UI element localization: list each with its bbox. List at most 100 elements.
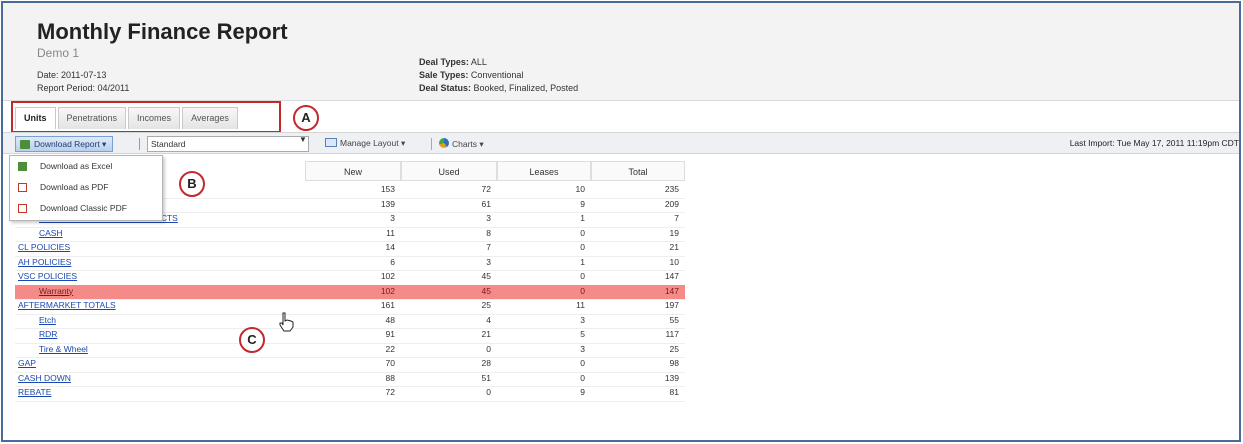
table-cell: 9: [580, 198, 585, 209]
pdf-icon: [18, 204, 27, 213]
table-cell: 3: [486, 213, 491, 223]
table-cell: 7: [486, 242, 491, 252]
charts-button[interactable]: Charts ▾: [439, 138, 484, 150]
row-label-link[interactable]: AFTERMARKET TOTALS: [18, 300, 116, 310]
table-cell: 22: [385, 343, 395, 354]
table-cell: 3: [390, 213, 395, 223]
table-cell: 7: [674, 213, 679, 223]
report-title: Monthly Finance Report: [37, 19, 288, 44]
download-menu: Download as Excel Download as PDF Downlo…: [9, 155, 163, 221]
table-cell: 3: [580, 314, 585, 325]
table-cell: 81: [669, 387, 679, 397]
report-period: Report Period: 04/2011: [37, 83, 130, 93]
table-cell: 91: [385, 329, 395, 339]
table-cell: 21: [481, 329, 491, 339]
chevron-down-icon[interactable]: ▼: [299, 135, 307, 144]
table-row: AH POLICIES 6 3 1 10: [15, 256, 685, 271]
table-row: CASH 11 8 0 19: [15, 227, 685, 242]
col-header-total[interactable]: Total: [591, 161, 685, 181]
table-cell: 19: [669, 227, 679, 238]
row-label-link[interactable]: VSC POLICIES: [18, 271, 77, 281]
table-cell: 14: [385, 242, 395, 252]
hand-cursor-icon: [279, 312, 294, 332]
table-cell: 0: [580, 242, 585, 252]
table-row: Tire & Wheel 22 0 3 25: [15, 343, 685, 358]
table-cell: 235: [664, 184, 679, 194]
row-divider: [15, 400, 685, 402]
download-classic-pdf-item[interactable]: Download Classic PDF: [10, 198, 162, 219]
table-cell: 197: [664, 300, 679, 310]
table-row: CASH DOWN 88 51 0 139: [15, 372, 685, 387]
table-cell: 45: [481, 285, 491, 296]
table-cell: 11: [386, 227, 395, 238]
download-excel-item[interactable]: Download as Excel: [10, 156, 162, 177]
row-label-link[interactable]: CL POLICIES: [18, 242, 70, 252]
table-cell: 72: [385, 387, 395, 397]
col-header-used[interactable]: Used: [401, 161, 497, 181]
table-row: RDR 91 21 5 117: [15, 328, 685, 343]
table-cell: 5: [580, 329, 585, 339]
table-cell: 88: [385, 372, 395, 383]
report-toolbar: Download Report ▾ Standard ▼ Manage Layo…: [3, 132, 1239, 154]
table-row: CL POLICIES 14 7 0 21: [15, 241, 685, 256]
table-cell: 1: [580, 256, 585, 267]
table-cell: 55: [669, 314, 679, 325]
col-header-new[interactable]: New: [305, 161, 401, 181]
row-label-link[interactable]: CASH: [39, 228, 63, 238]
callout-b: B: [179, 171, 205, 197]
table-cell: 3: [486, 256, 491, 267]
download-report-button[interactable]: Download Report ▾: [15, 136, 114, 152]
table-cell: 48: [385, 314, 395, 325]
table-cell: 147: [664, 271, 679, 281]
row-label-link[interactable]: Tire & Wheel: [39, 344, 88, 354]
excel-icon: [18, 162, 27, 171]
layout-icon: [325, 138, 337, 147]
col-header-leases[interactable]: Leases: [497, 161, 591, 181]
report-window: Monthly Finance Report Demo 1 Date: 2011…: [1, 1, 1241, 442]
table-cell: 102: [380, 285, 395, 296]
pie-chart-icon: [439, 138, 449, 148]
row-label-link[interactable]: RDR: [39, 329, 57, 339]
row-label-link[interactable]: Etch: [39, 315, 56, 325]
deal-types: Deal Types: ALL: [419, 57, 487, 67]
row-label-link[interactable]: CASH DOWN: [18, 373, 71, 383]
report-header: Monthly Finance Report Demo 1 Date: 2011…: [3, 3, 1239, 101]
table-cell: 0: [580, 271, 585, 281]
table-cell: 25: [481, 300, 491, 310]
table-cell: 8: [486, 227, 491, 238]
table-cell: 0: [580, 285, 585, 296]
download-pdf-item[interactable]: Download as PDF: [10, 177, 162, 198]
row-label-link[interactable]: AH POLICIES: [18, 257, 71, 267]
table-cell: 9: [580, 387, 585, 397]
table-cell: 11: [576, 300, 585, 310]
table-row: VSC POLICIES 102 45 0 147: [15, 270, 685, 285]
table-cell: 0: [580, 372, 585, 383]
deal-status: Deal Status: Booked, Finalized, Posted: [419, 83, 579, 93]
report-date: Date: 2011-07-13: [37, 70, 107, 80]
row-label-link[interactable]: GAP: [18, 358, 36, 368]
toolbar-separator: [431, 138, 432, 150]
row-label-link[interactable]: Warranty: [39, 286, 73, 296]
table-cell: 4: [486, 314, 491, 325]
table-row: Warranty 102 45 0 147: [15, 284, 685, 299]
table-cell: 10: [669, 256, 679, 267]
table-cell: 139: [380, 198, 395, 209]
manage-layout-button[interactable]: Manage Layout ▾: [325, 138, 405, 149]
callout-c: C: [239, 327, 265, 353]
report-subtitle: Demo 1: [37, 46, 80, 60]
table-cell: 1: [580, 213, 585, 223]
row-label-link[interactable]: REBATE: [18, 387, 51, 397]
table-cell: 102: [380, 271, 395, 281]
table-cell: 147: [664, 285, 679, 296]
table-cell: 153: [380, 184, 395, 194]
table-cell: 0: [580, 358, 585, 368]
layout-select[interactable]: Standard: [147, 136, 309, 152]
table-cell: 25: [669, 343, 679, 354]
table-cell: 0: [486, 343, 491, 354]
table-cell: 10: [575, 184, 585, 194]
table-cell: 28: [481, 358, 491, 368]
table-row: AFTERMARKET TOTALS 161 25 11 197: [15, 299, 685, 314]
pdf-icon: [18, 183, 27, 192]
table-cell: 70: [385, 358, 395, 368]
toolbar-separator: [139, 138, 140, 150]
